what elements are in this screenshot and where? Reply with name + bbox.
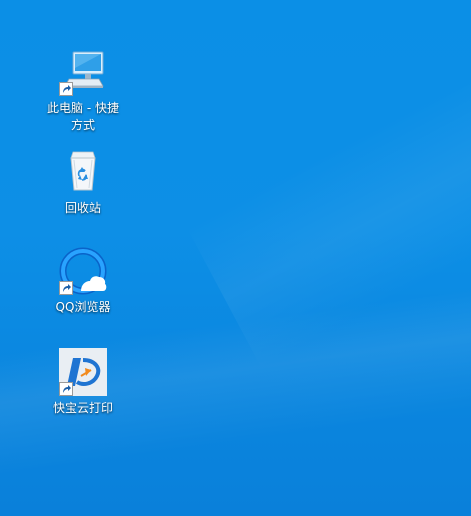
kuaibao-print-icon bbox=[59, 348, 107, 396]
desktop-background[interactable]: 此电脑 - 快捷方式 回收站 QQ浏览器 快宝云打印 bbox=[0, 0, 471, 516]
computer-icon bbox=[59, 48, 107, 96]
desktop-icon-kuaibao-print[interactable]: 快宝云打印 bbox=[47, 348, 119, 417]
desktop-icon-recycle-bin[interactable]: 回收站 bbox=[47, 148, 119, 217]
desktop-icon-label: 回收站 bbox=[64, 201, 101, 215]
desktop-icon-label: 此电脑 - 快捷方式 bbox=[47, 101, 119, 132]
recycle-bin-icon bbox=[59, 148, 107, 196]
desktop-icon-qq-browser[interactable]: QQ浏览器 bbox=[47, 247, 119, 316]
desktop-icon-label: QQ浏览器 bbox=[55, 300, 111, 314]
shortcut-arrow-icon bbox=[59, 82, 73, 96]
qq-browser-icon bbox=[59, 247, 107, 295]
desktop-icon-label: 快宝云打印 bbox=[52, 401, 113, 415]
desktop-icon-this-pc[interactable]: 此电脑 - 快捷方式 bbox=[47, 48, 119, 134]
shortcut-arrow-icon bbox=[59, 382, 73, 396]
shortcut-arrow-icon bbox=[59, 281, 73, 295]
